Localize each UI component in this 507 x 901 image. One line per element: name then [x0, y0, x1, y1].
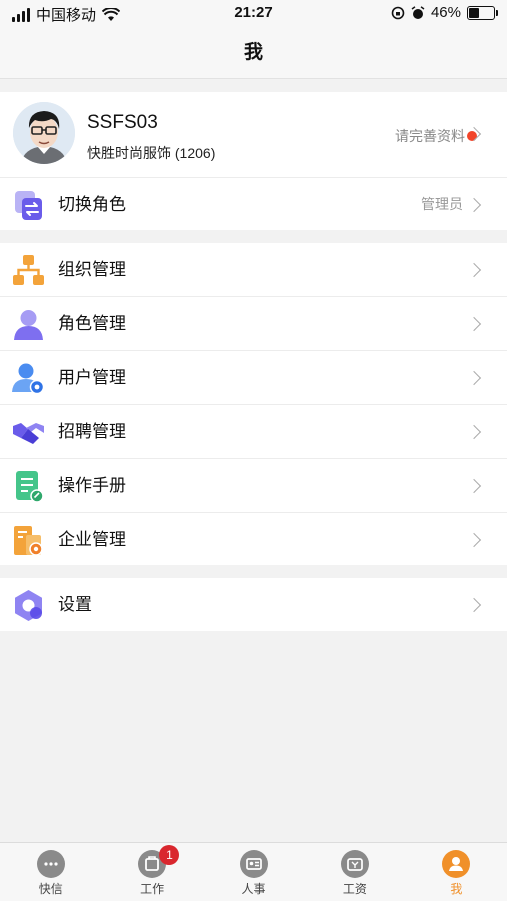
chevron-right-icon — [466, 597, 482, 613]
menu-item-manual[interactable]: 操作手册 — [0, 459, 507, 513]
rotation-lock-icon — [391, 6, 405, 19]
battery-icon — [467, 5, 498, 20]
user-name: SSFS03 — [87, 112, 158, 133]
menu-item-recruit[interactable]: 招聘管理 — [0, 405, 507, 459]
bottom-tab-bar: 快信 1 工作 人事 工资 我 — [0, 842, 507, 901]
switch-role-row[interactable]: 切换角色 管理员 — [0, 178, 507, 231]
chevron-right-icon — [466, 262, 482, 278]
current-role-value: 管理员 — [421, 196, 463, 212]
nav-header: 我 — [0, 28, 507, 79]
menu-item-label: 企业管理 — [58, 530, 126, 549]
wallet-icon — [340, 850, 369, 878]
complete-profile-label: 请完善资料 — [395, 128, 465, 144]
person-icon — [14, 310, 43, 340]
tab-hr[interactable]: 人事 — [203, 843, 304, 901]
manual-icon — [16, 471, 44, 503]
tab-salary[interactable]: 工资 — [304, 843, 405, 901]
complete-profile-link[interactable]: 请完善资料 — [395, 126, 477, 146]
handshake-icon — [13, 423, 44, 444]
menu-item-settings[interactable]: 设置 — [0, 578, 507, 631]
tab-kuaixin[interactable]: 快信 — [0, 843, 101, 901]
menu-item-label: 操作手册 — [58, 476, 126, 495]
tab-me[interactable]: 我 — [406, 843, 507, 901]
tab-label: 我 — [450, 882, 463, 896]
battery-percent: 46% — [430, 4, 461, 21]
profile-row[interactable]: SSFS03 快胜时尚服饰 (1206) 请完善资料 — [0, 92, 507, 178]
chevron-right-icon — [466, 424, 482, 440]
page-title: 我 — [243, 42, 263, 63]
settings-icon — [15, 590, 42, 621]
user-company: 快胜时尚服饰 (1206) — [87, 145, 216, 161]
settings-card: 设置 — [0, 578, 507, 631]
status-bar: 中国移动 21:27 46% — [0, 0, 507, 28]
profile-card: SSFS03 快胜时尚服饰 (1206) 请完善资料 切换角色 管理员 — [0, 92, 507, 230]
avatar-face-icon — [13, 102, 75, 164]
notification-badge: 1 — [159, 845, 180, 865]
org-chart-icon — [13, 255, 44, 285]
status-right: 46% — [391, 4, 498, 21]
tab-label: 快信 — [38, 882, 63, 896]
menu-item-label: 组织管理 — [58, 260, 126, 279]
tab-label: 人事 — [241, 882, 266, 896]
avatar[interactable] — [13, 102, 75, 164]
switch-role-label: 切换角色 — [58, 195, 126, 214]
chevron-right-icon — [466, 316, 482, 332]
chevron-right-icon — [466, 478, 482, 494]
menu-item-label: 招聘管理 — [58, 422, 126, 441]
user-settings-icon — [12, 363, 45, 395]
menu-item-label: 角色管理 — [58, 314, 126, 333]
chevron-right-icon — [466, 197, 482, 213]
switch-role-icon — [15, 191, 42, 220]
menu-item-enterprise[interactable]: 企业管理 — [0, 513, 507, 566]
tab-label: 工作 — [140, 882, 165, 896]
menu-item-label: 设置 — [58, 595, 92, 614]
alarm-icon — [411, 5, 425, 19]
me-icon — [442, 850, 471, 878]
id-card-icon — [239, 850, 268, 878]
enterprise-icon — [14, 526, 43, 556]
menu-item-users[interactable]: 用户管理 — [0, 351, 507, 405]
chevron-right-icon — [466, 532, 482, 548]
chat-icon — [36, 850, 65, 878]
menu-item-org[interactable]: 组织管理 — [0, 243, 507, 297]
tab-label: 工资 — [342, 882, 367, 896]
menu-item-roles[interactable]: 角色管理 — [0, 297, 507, 351]
management-menu: 组织管理 角色管理 用户管理 招聘管理 操作手册 企业管理 — [0, 243, 507, 565]
menu-item-label: 用户管理 — [58, 368, 126, 387]
tab-work[interactable]: 1 工作 — [101, 843, 202, 901]
chevron-right-icon — [466, 370, 482, 386]
